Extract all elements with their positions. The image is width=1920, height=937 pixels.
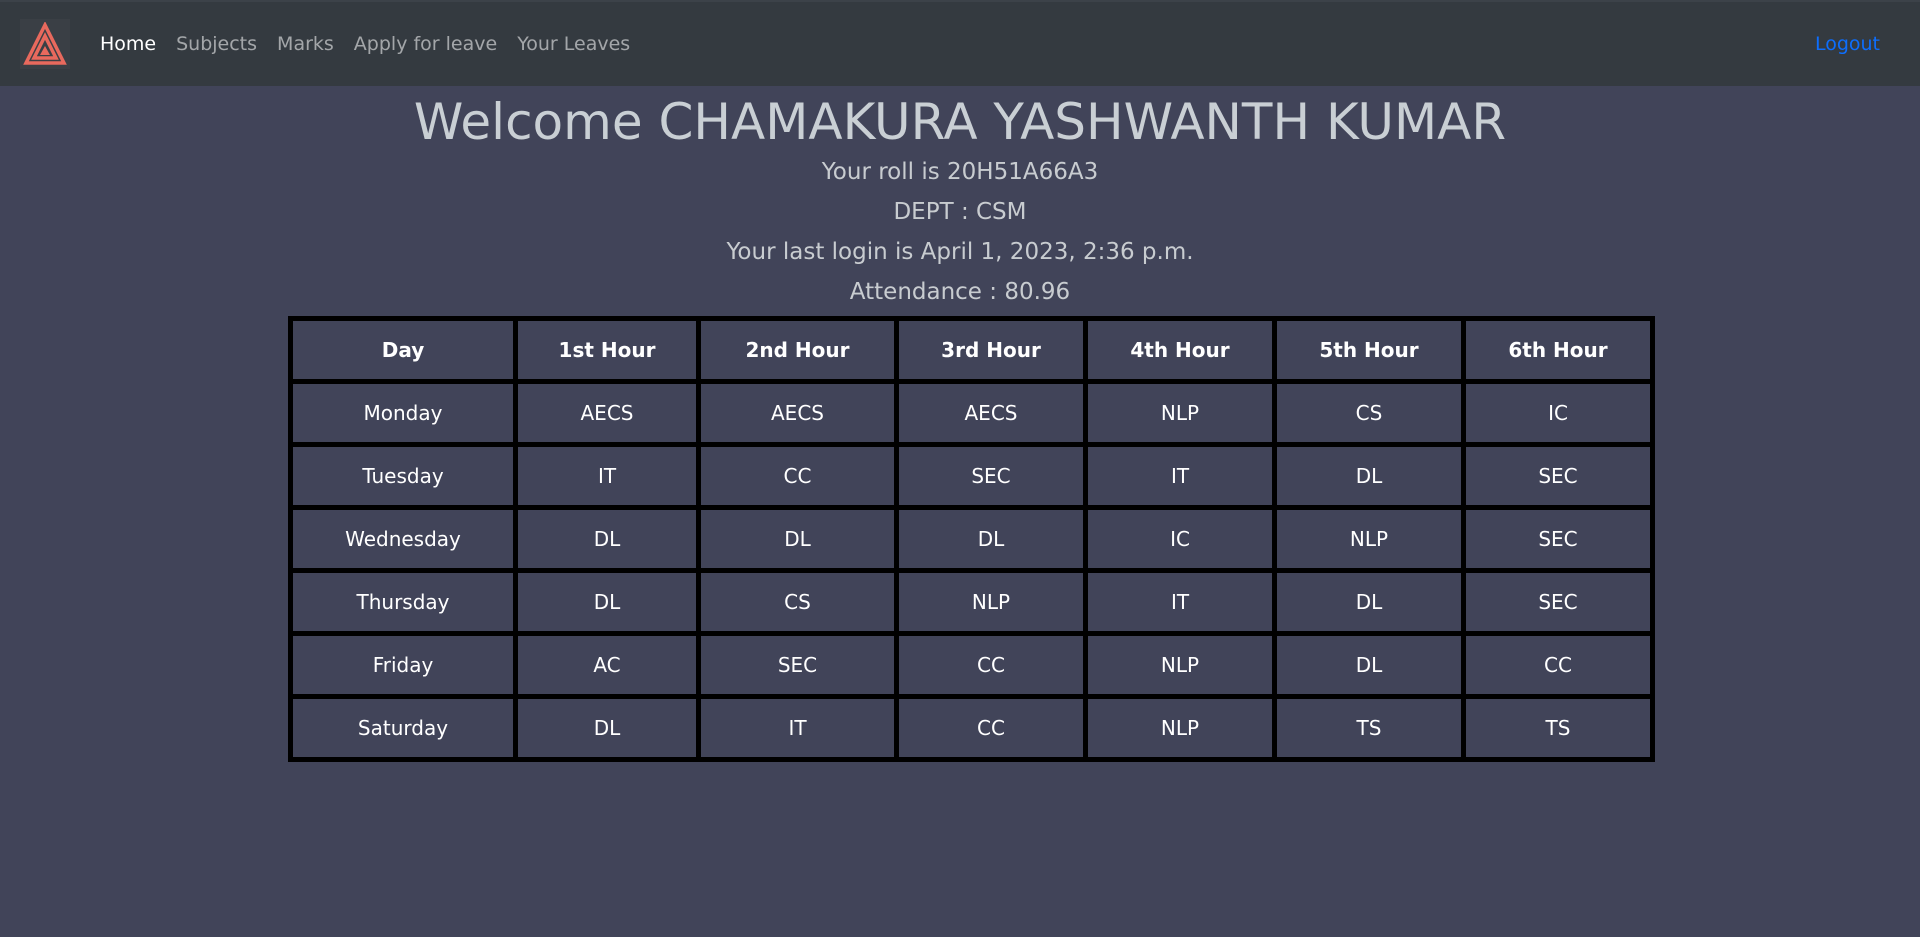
table-cell: NLP [1088,636,1272,694]
table-cell: IC [1466,384,1650,442]
header-1st-hour: 1st Hour [518,321,696,379]
table-cell: IT [1088,573,1272,631]
table-cell: AECS [518,384,696,442]
header-6th-hour: 6th Hour [1466,321,1650,379]
header-2nd-hour: 2nd Hour [701,321,894,379]
nav-marks-link[interactable]: Marks [267,33,344,55]
table-cell: DL [518,699,696,757]
table-cell: IT [1088,447,1272,505]
table-cell: AECS [701,384,894,442]
attendance-text: Attendance : 80.96 [849,279,1071,305]
timetable-header-row: Day 1st Hour 2nd Hour 3rd Hour 4th Hour … [293,321,1650,379]
nav-apply-leave-link[interactable]: Apply for leave [344,33,507,55]
roll-number-text: Your roll is 20H51A66A3 [821,159,1099,185]
table-cell: CC [899,699,1083,757]
table-row: Saturday DL IT CC NLP TS TS [293,699,1650,757]
timetable-container: Day 1st Hour 2nd Hour 3rd Hour 4th Hour … [288,316,1655,762]
table-row: Thursday DL CS NLP IT DL SEC [293,573,1650,631]
table-cell: DL [1277,447,1461,505]
header-3rd-hour: 3rd Hour [899,321,1083,379]
table-cell: SEC [701,636,894,694]
table-cell: SEC [899,447,1083,505]
table-cell: CS [1277,384,1461,442]
table-cell: DL [701,510,894,568]
table-cell: NLP [899,573,1083,631]
table-cell: IC [1088,510,1272,568]
table-cell: Friday [293,636,513,694]
table-cell: IT [701,699,894,757]
table-cell: Monday [293,384,513,442]
table-cell: SEC [1466,573,1650,631]
table-cell: NLP [1088,699,1272,757]
header-day: Day [293,321,513,379]
welcome-heading: Welcome CHAMAKURA YASHWANTH KUMAR [413,93,1507,151]
department-text: DEPT : CSM [893,199,1027,225]
logout-link[interactable]: Logout [1815,33,1880,55]
table-cell: Thursday [293,573,513,631]
nav-links: Home Subjects Marks Apply for leave Your… [90,33,640,55]
table-cell: AECS [899,384,1083,442]
table-cell: DL [518,510,696,568]
table-cell: TS [1466,699,1650,757]
table-cell: SEC [1466,447,1650,505]
table-cell: DL [1277,573,1461,631]
timetable: Day 1st Hour 2nd Hour 3rd Hour 4th Hour … [288,316,1655,762]
table-cell: Saturday [293,699,513,757]
table-cell: DL [1277,636,1461,694]
table-cell: CC [701,447,894,505]
triangle-logo-icon [23,22,67,65]
table-cell: DL [899,510,1083,568]
nav-subjects-link[interactable]: Subjects [166,33,267,55]
header-4th-hour: 4th Hour [1088,321,1272,379]
brand-logo[interactable] [20,19,70,69]
table-cell: SEC [1466,510,1650,568]
nav-your-leaves-link[interactable]: Your Leaves [507,33,640,55]
table-cell: TS [1277,699,1461,757]
table-cell: CS [701,573,894,631]
table-row: Friday AC SEC CC NLP DL CC [293,636,1650,694]
table-cell: Wednesday [293,510,513,568]
table-cell: DL [518,573,696,631]
table-cell: IT [518,447,696,505]
last-login-text: Your last login is April 1, 2023, 2:36 p… [726,239,1194,265]
table-row: Monday AECS AECS AECS NLP CS IC [293,384,1650,442]
table-cell: AC [518,636,696,694]
navbar: Home Subjects Marks Apply for leave Your… [0,0,1920,86]
nav-home-link[interactable]: Home [90,33,166,55]
table-cell: NLP [1277,510,1461,568]
table-cell: NLP [1088,384,1272,442]
header-5th-hour: 5th Hour [1277,321,1461,379]
table-row: Wednesday DL DL DL IC NLP SEC [293,510,1650,568]
table-row: Tuesday IT CC SEC IT DL SEC [293,447,1650,505]
table-cell: CC [899,636,1083,694]
table-cell: CC [1466,636,1650,694]
main-content: Welcome CHAMAKURA YASHWANTH KUMAR Your r… [0,86,1920,762]
table-cell: Tuesday [293,447,513,505]
